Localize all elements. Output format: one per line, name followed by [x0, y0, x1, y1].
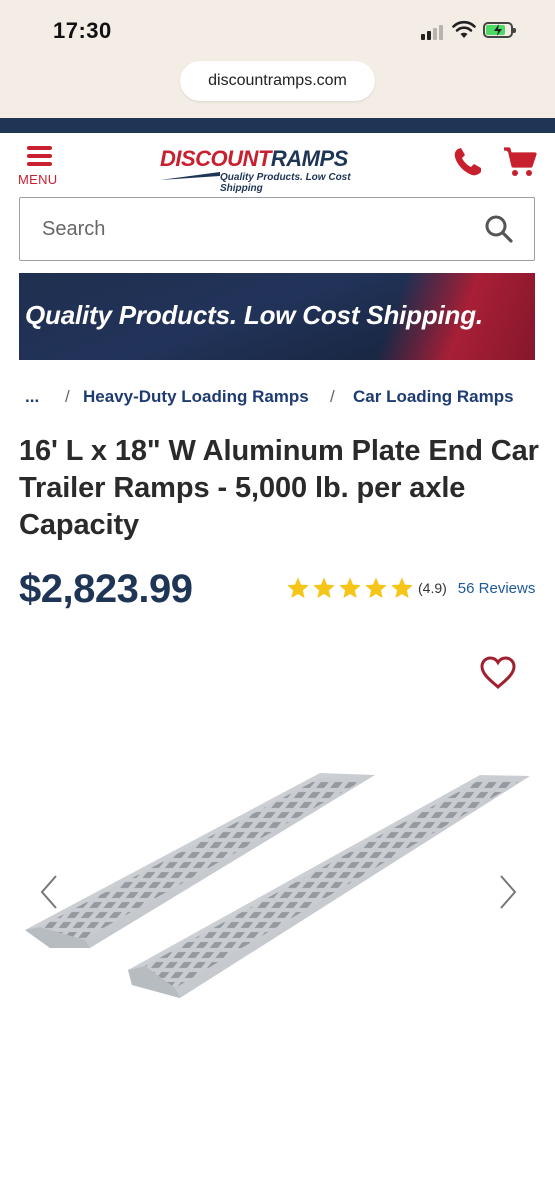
- star-icon: [287, 577, 309, 598]
- cart-icon[interactable]: [503, 146, 537, 178]
- top-navy-band: [0, 118, 555, 133]
- cellular-signal-icon: [421, 24, 447, 40]
- star-icon: [391, 577, 413, 598]
- promo-banner[interactable]: Quality Products. Low Cost Shipping.: [19, 273, 535, 360]
- star-icon: [313, 577, 335, 598]
- status-bar: 17:30 discountramps.com: [0, 0, 555, 118]
- star-icon: [339, 577, 361, 598]
- banner-text: Quality Products. Low Cost Shipping.: [25, 300, 483, 330]
- breadcrumb-separator: /: [65, 387, 70, 406]
- breadcrumb-separator: /: [330, 387, 335, 406]
- search-input[interactable]: [40, 198, 464, 260]
- breadcrumb: ... / Heavy-Duty Loading Ramps / Car Loa…: [25, 387, 545, 409]
- search-box: [19, 197, 535, 261]
- address-bar[interactable]: discountramps.com: [180, 61, 375, 101]
- breadcrumb-heavy-duty-loading-ramps[interactable]: Heavy-Duty Loading Ramps: [83, 387, 309, 407]
- breadcrumb-ellipsis[interactable]: ...: [25, 387, 39, 407]
- status-time: 17:30: [53, 18, 112, 43]
- product-rating[interactable]: (4.9) 56 Reviews: [286, 576, 535, 600]
- search-icon[interactable]: [484, 214, 514, 244]
- product-price: $2,823.99: [19, 567, 193, 611]
- reviews-link[interactable]: 56 Reviews: [458, 580, 536, 597]
- menu-label: MENU: [18, 172, 58, 187]
- hamburger-icon-bar: [27, 154, 52, 158]
- address-bar-url: discountramps.com: [208, 72, 347, 89]
- product-image-ramps[interactable]: [20, 770, 535, 1000]
- logo-word-red: DISCOUNT: [160, 146, 271, 171]
- logo-word-navy: RAMPS: [270, 146, 348, 171]
- wishlist-heart-icon[interactable]: [480, 656, 516, 690]
- logo-wordmark: DISCOUNTRAMPS: [160, 148, 392, 170]
- site-logo[interactable]: DISCOUNTRAMPS Quality Products. Low Cost…: [160, 148, 392, 194]
- hamburger-icon: [27, 146, 52, 150]
- rating-value: (4.9): [418, 580, 447, 596]
- battery-icon: [483, 22, 516, 38]
- star-icon: [365, 577, 387, 598]
- rating-stars: [286, 576, 414, 600]
- menu-button[interactable]: MENU: [18, 146, 62, 190]
- breadcrumb-car-loading-ramps[interactable]: Car Loading Ramps: [353, 387, 514, 407]
- wifi-icon: [452, 20, 476, 38]
- phone-icon[interactable]: [451, 146, 485, 178]
- logo-swoosh-icon: [160, 172, 220, 180]
- product-title: 16' L x 18" W Aluminum Plate End Car Tra…: [19, 435, 539, 541]
- hamburger-icon-bar: [27, 162, 52, 166]
